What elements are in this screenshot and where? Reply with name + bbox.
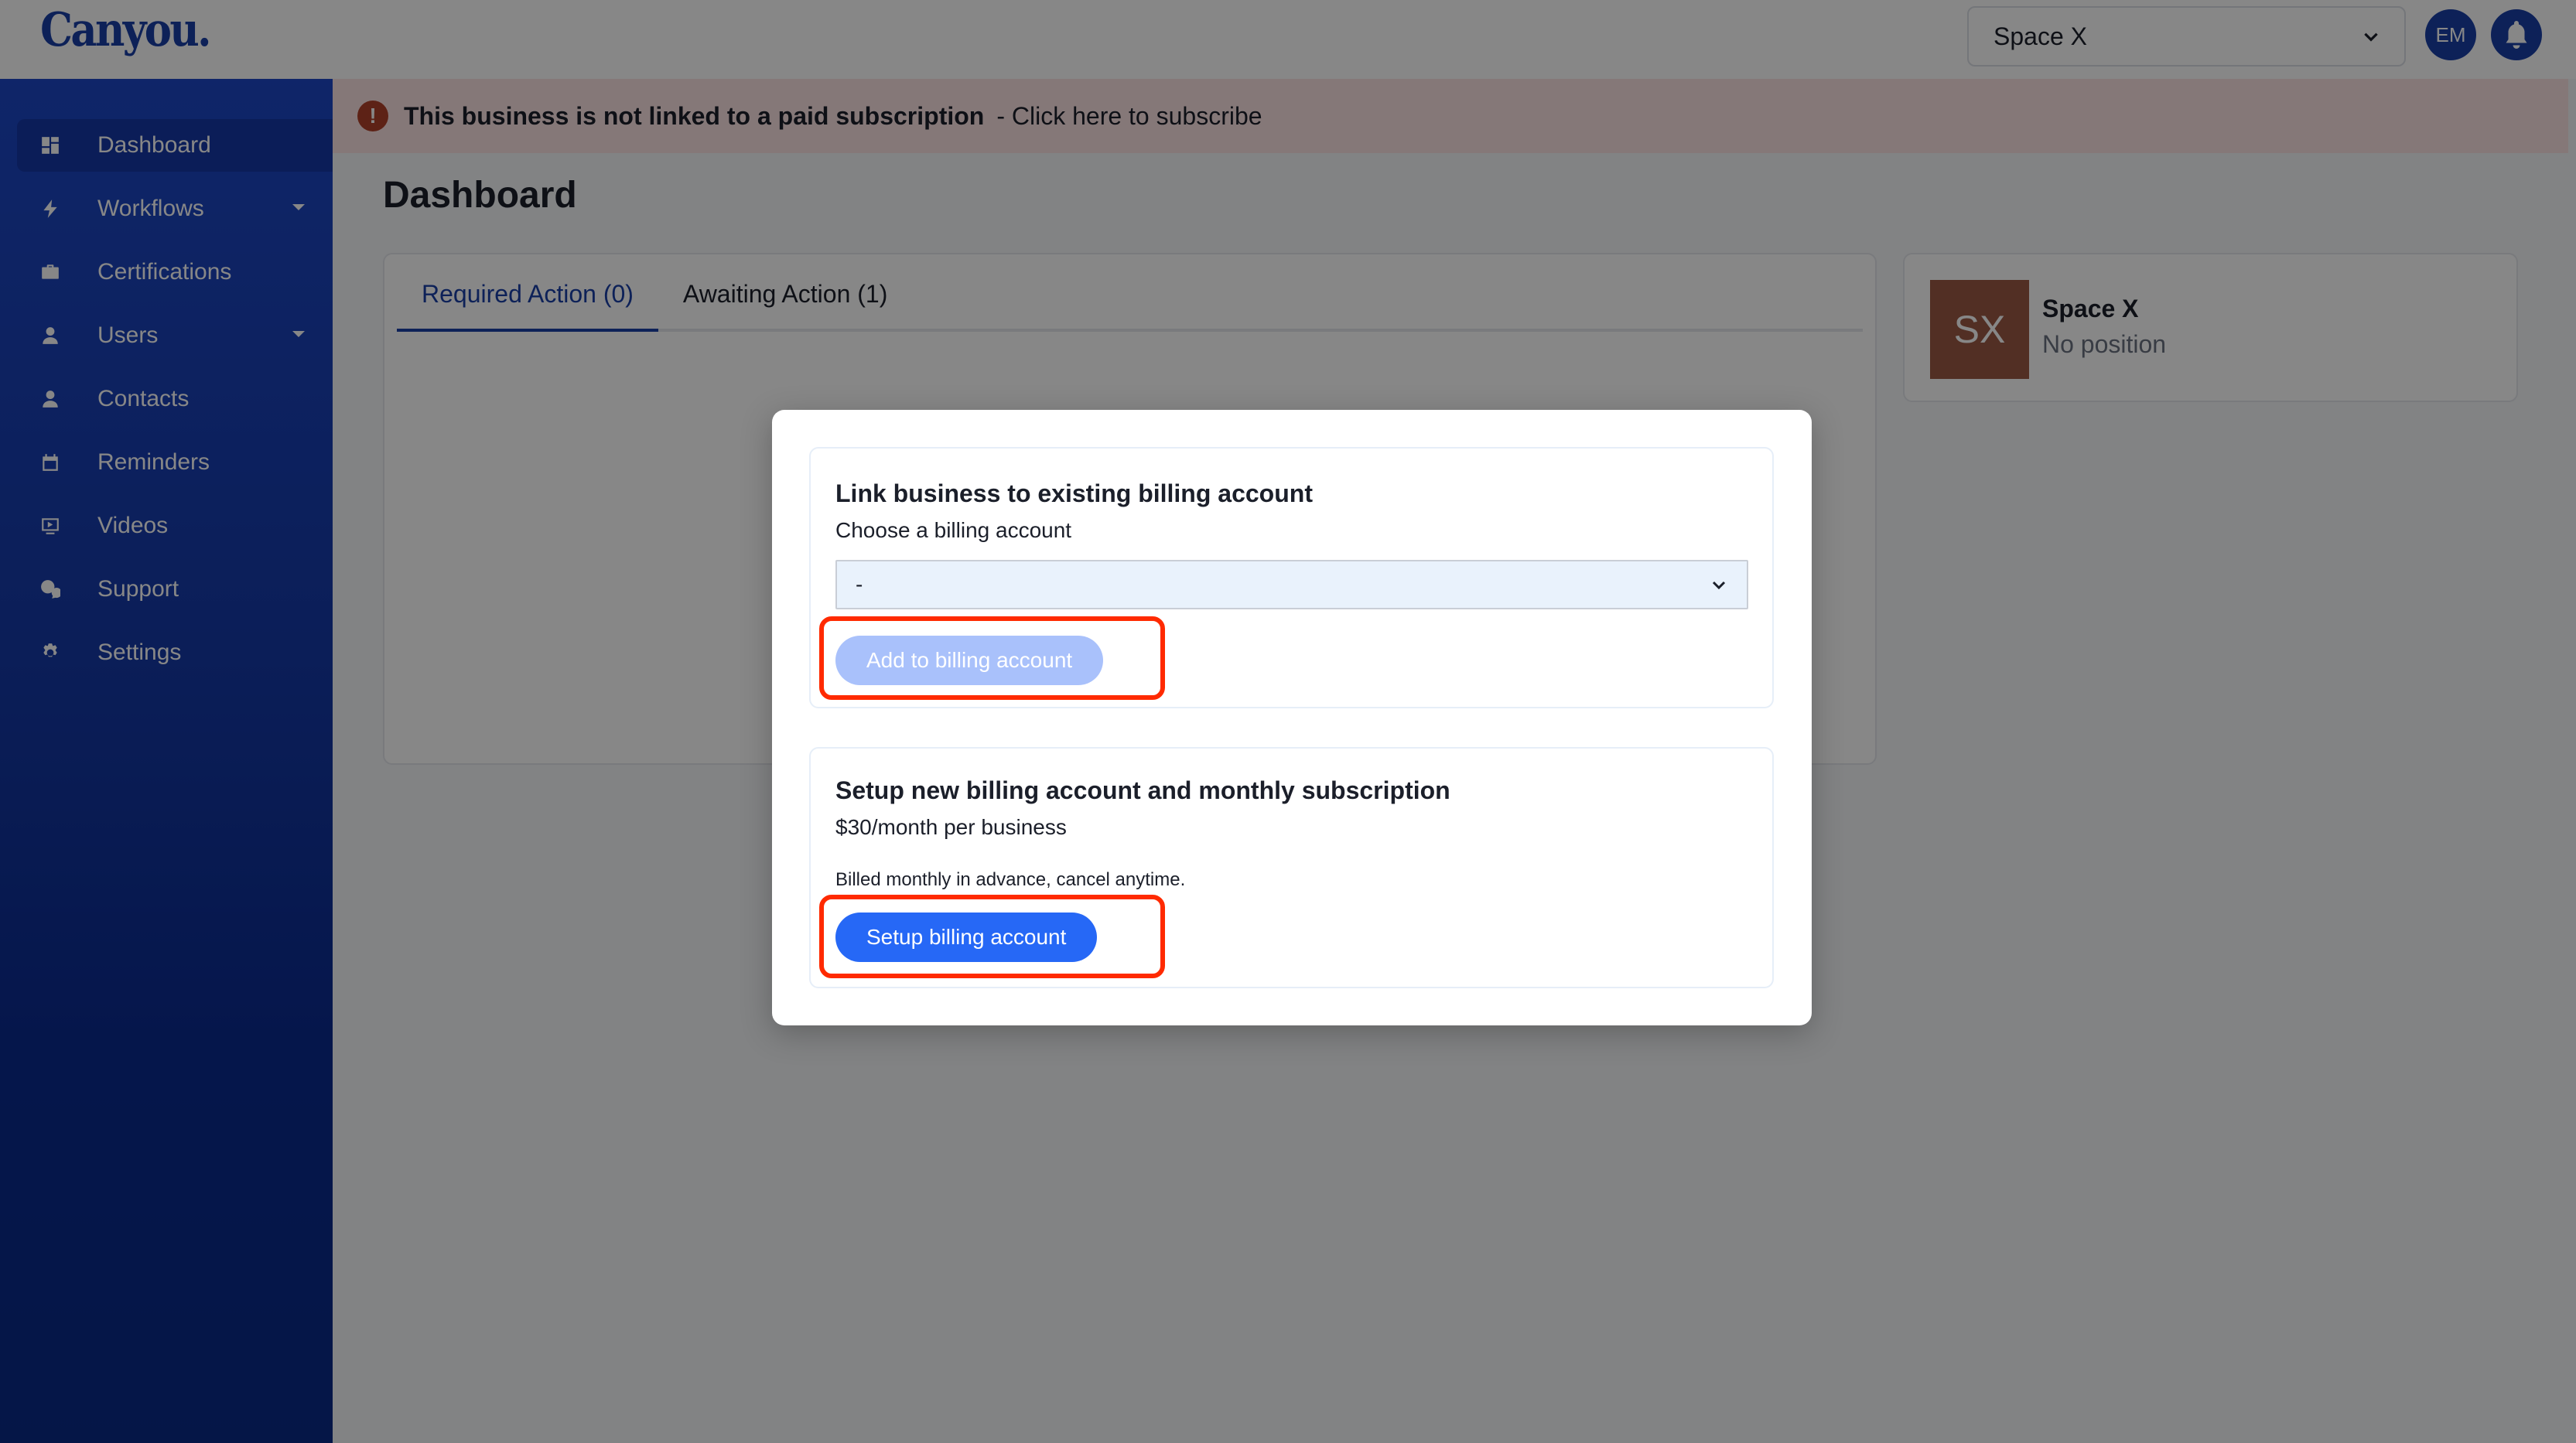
- setup-billing-account-button[interactable]: Setup billing account: [835, 913, 1098, 962]
- billing-account-select[interactable]: -: [835, 560, 1748, 609]
- billing-account-label: Choose a billing account: [835, 518, 1072, 542]
- subscription-price: $30/month per business: [835, 815, 1067, 839]
- chevron-down-icon: [1712, 581, 1726, 590]
- billing-account-select-value: -: [856, 572, 863, 596]
- billing-note: Billed monthly in advance, cancel anytim…: [835, 869, 1186, 890]
- link-billing-section: Link business to existing billing accoun…: [809, 447, 1774, 708]
- link-billing-title: Link business to existing billing accoun…: [835, 479, 1313, 507]
- setup-billing-title: Setup new billing account and monthly su…: [835, 776, 1450, 804]
- billing-modal: Link business to existing billing accoun…: [772, 410, 1812, 1025]
- setup-billing-section: Setup new billing account and monthly su…: [809, 747, 1774, 988]
- add-to-billing-account-button[interactable]: Add to billing account: [835, 636, 1104, 685]
